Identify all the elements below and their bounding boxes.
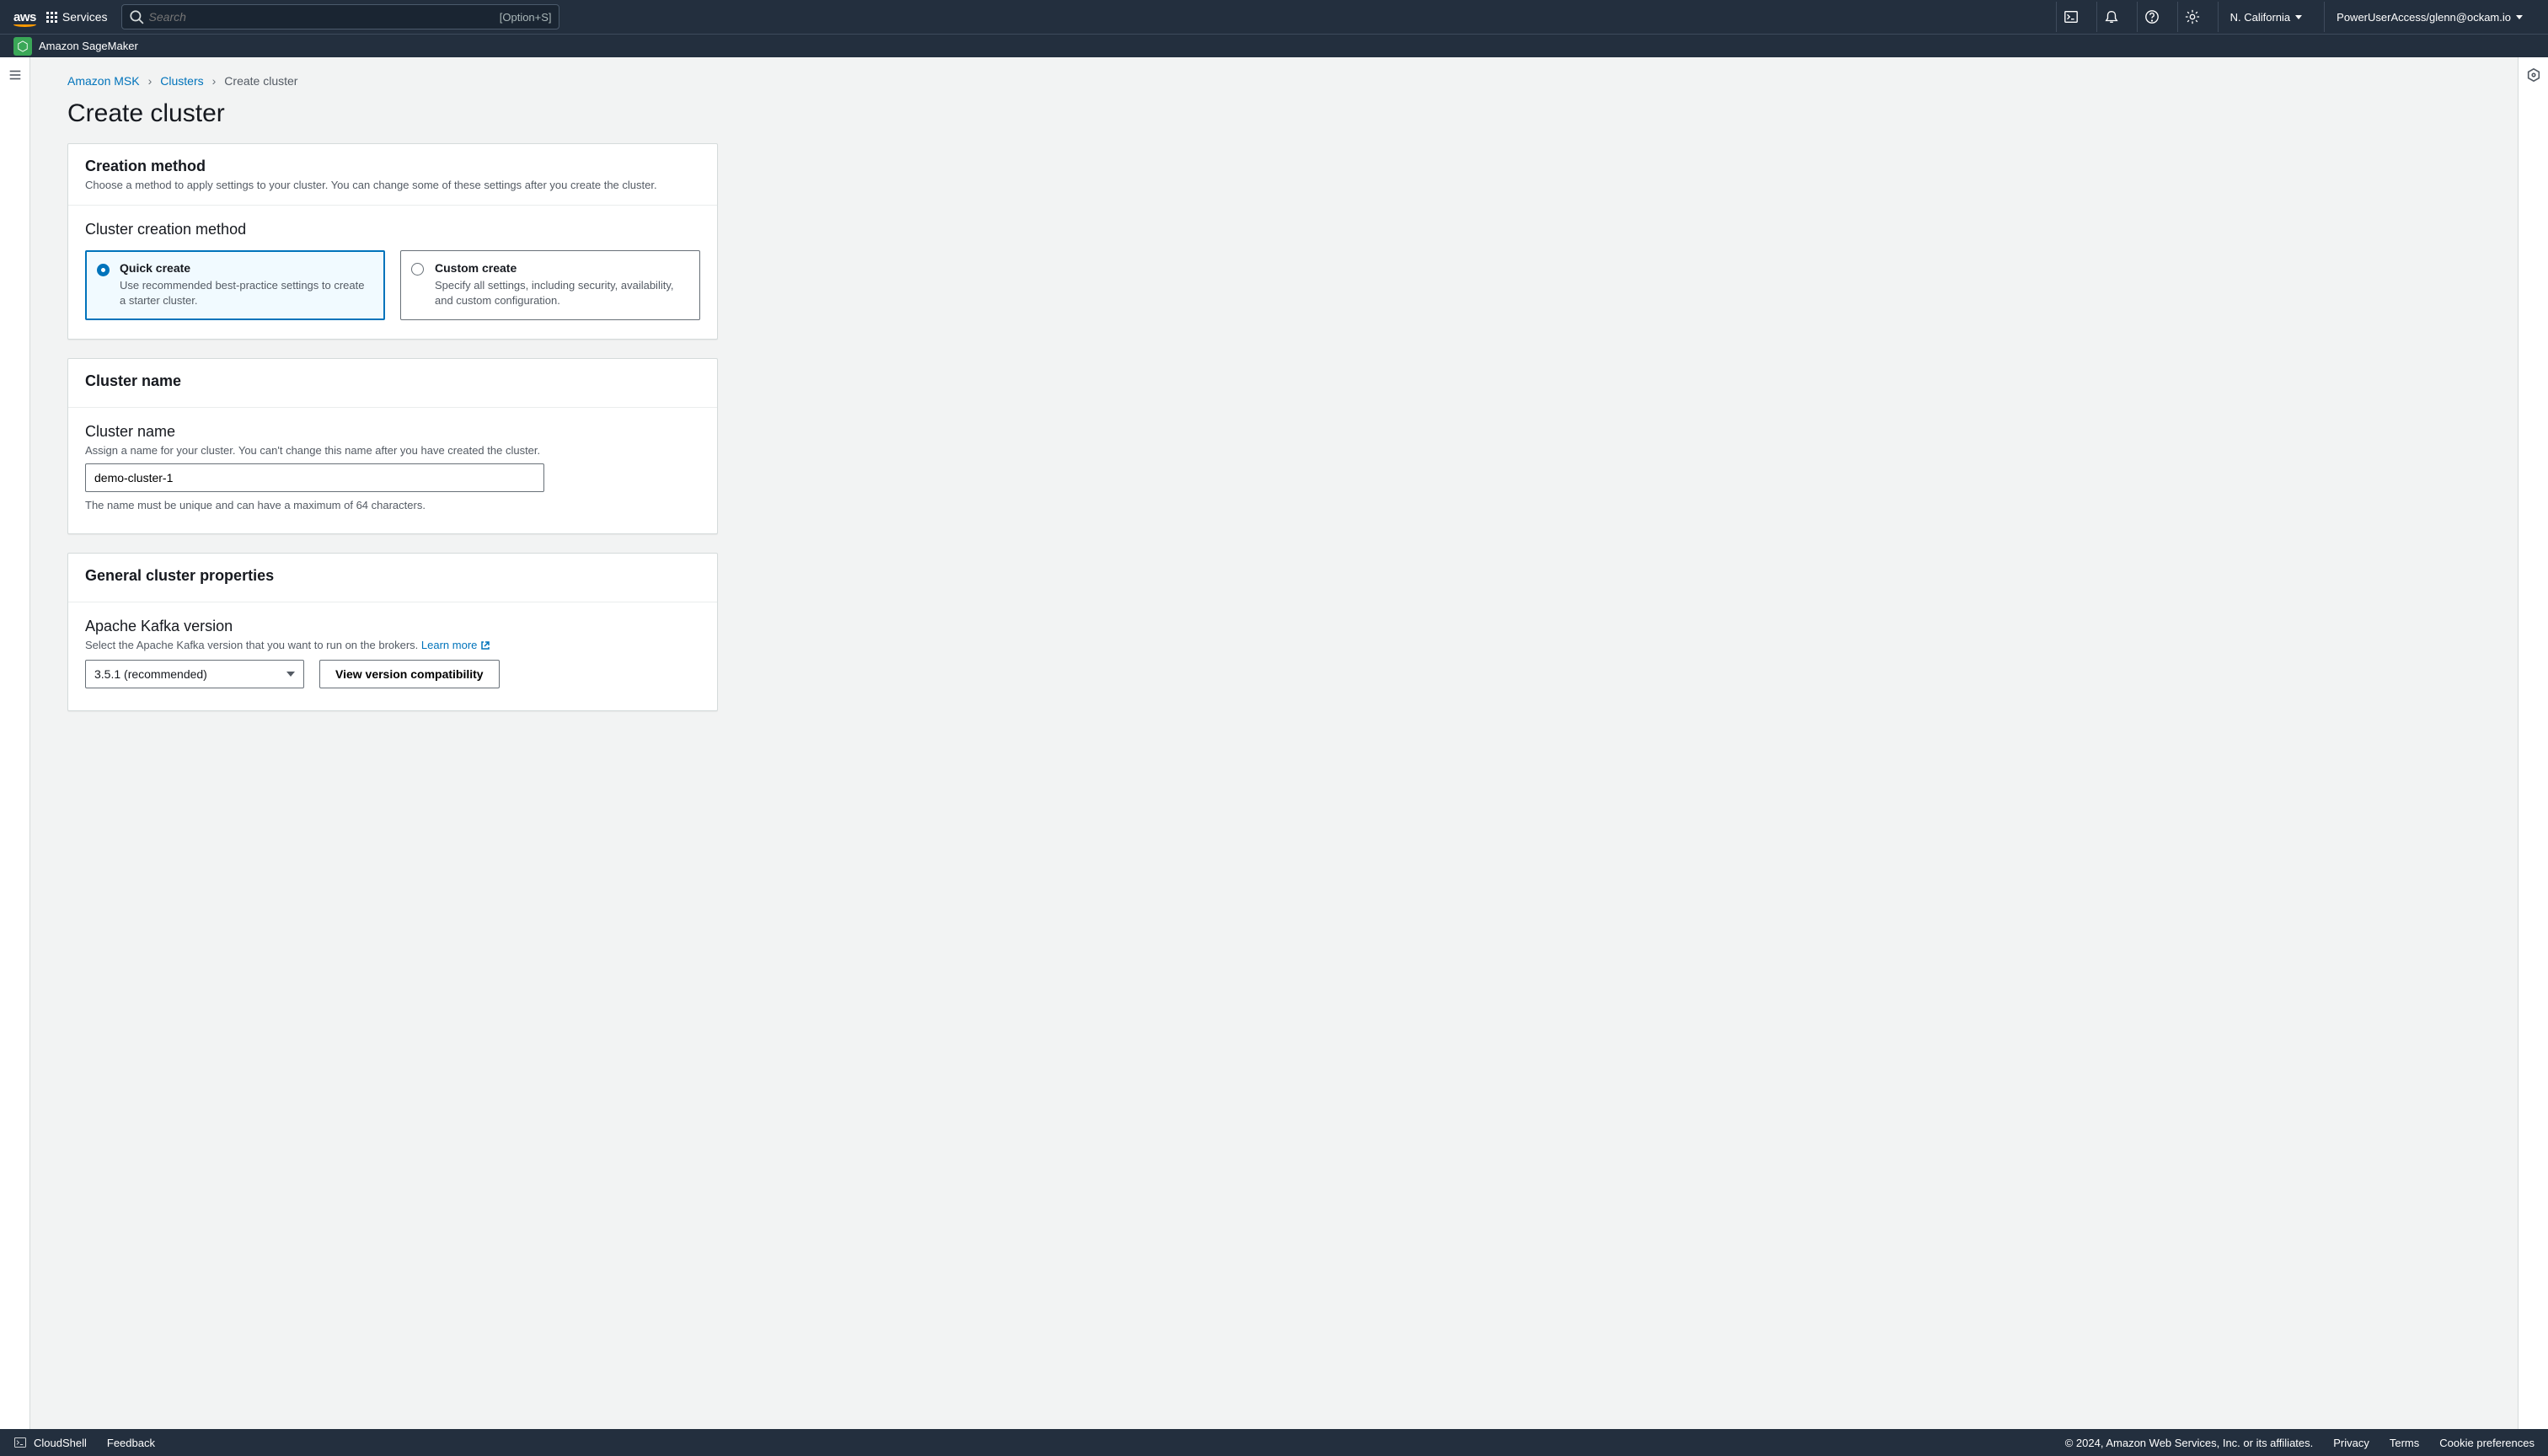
terms-link[interactable]: Terms bbox=[2390, 1437, 2419, 1449]
aws-logo[interactable]: aws bbox=[13, 10, 36, 24]
kafka-version-value: 3.5.1 (recommended) bbox=[94, 667, 207, 681]
cluster-name-label: Cluster name bbox=[85, 423, 700, 441]
general-properties-header: General cluster properties bbox=[85, 567, 700, 585]
service-bar: Amazon SageMaker bbox=[0, 34, 2548, 57]
breadcrumb-link-msk[interactable]: Amazon MSK bbox=[67, 74, 140, 88]
bell-icon bbox=[2104, 9, 2119, 24]
help-button[interactable] bbox=[2137, 2, 2167, 32]
breadcrumb-current: Create cluster bbox=[224, 74, 297, 88]
cluster-name-input[interactable] bbox=[85, 463, 544, 492]
right-rail bbox=[2518, 57, 2548, 1429]
cluster-name-hint: The name must be unique and can have a m… bbox=[85, 499, 700, 511]
cloudshell-icon-button[interactable] bbox=[2056, 2, 2086, 32]
account-menu[interactable]: PowerUserAccess/glenn@ockam.io bbox=[2324, 2, 2535, 32]
hamburger-icon[interactable] bbox=[8, 67, 23, 83]
chevron-right-icon: › bbox=[148, 74, 153, 88]
option-custom-create-desc: Specify all settings, including security… bbox=[435, 278, 688, 308]
cluster-name-panel: Cluster name Cluster name Assign a name … bbox=[67, 358, 718, 534]
creation-method-section-title: Cluster creation method bbox=[85, 221, 700, 238]
creation-method-header: Creation method bbox=[85, 158, 700, 175]
cluster-name-header: Cluster name bbox=[85, 372, 700, 390]
radio-icon bbox=[97, 264, 110, 276]
settings-button[interactable] bbox=[2177, 2, 2208, 32]
cloudshell-link[interactable]: CloudShell bbox=[34, 1437, 87, 1449]
caret-down-icon bbox=[2295, 15, 2302, 19]
terminal-icon bbox=[2064, 9, 2079, 24]
kafka-version-select[interactable]: 3.5.1 (recommended) bbox=[85, 660, 304, 688]
page-title: Create cluster bbox=[67, 99, 2481, 128]
help-icon bbox=[2144, 9, 2160, 24]
radio-icon bbox=[411, 263, 424, 276]
option-custom-create-title: Custom create bbox=[435, 261, 688, 275]
general-properties-panel: General cluster properties Apache Kafka … bbox=[67, 553, 718, 711]
chevron-right-icon: › bbox=[212, 74, 217, 88]
option-custom-create[interactable]: Custom create Specify all settings, incl… bbox=[400, 250, 700, 320]
breadcrumb-link-clusters[interactable]: Clusters bbox=[160, 74, 203, 88]
region-label: N. California bbox=[2230, 11, 2291, 24]
region-selector[interactable]: N. California bbox=[2218, 2, 2315, 32]
creation-method-panel: Creation method Choose a method to apply… bbox=[67, 143, 718, 340]
cluster-name-desc: Assign a name for your cluster. You can'… bbox=[85, 444, 700, 457]
feedback-link[interactable]: Feedback bbox=[107, 1437, 155, 1449]
option-quick-create[interactable]: Quick create Use recommended best-practi… bbox=[85, 250, 385, 320]
cookie-preferences-link[interactable]: Cookie preferences bbox=[2439, 1437, 2535, 1449]
copyright-text: © 2024, Amazon Web Services, Inc. or its… bbox=[2065, 1437, 2314, 1449]
hexagon-icon bbox=[17, 40, 29, 52]
learn-more-link[interactable]: Learn more bbox=[421, 639, 477, 651]
option-quick-create-desc: Use recommended best-practice settings t… bbox=[120, 278, 372, 308]
terminal-icon bbox=[13, 1436, 27, 1449]
kafka-version-label: Apache Kafka version bbox=[85, 618, 700, 635]
privacy-link[interactable]: Privacy bbox=[2333, 1437, 2369, 1449]
search-icon bbox=[129, 9, 144, 24]
sagemaker-icon[interactable] bbox=[13, 37, 32, 56]
caret-down-icon bbox=[2516, 15, 2523, 19]
global-search[interactable]: [Option+S] bbox=[121, 4, 559, 29]
notifications-button[interactable] bbox=[2096, 2, 2127, 32]
global-footer: CloudShell Feedback © 2024, Amazon Web S… bbox=[0, 1429, 2548, 1456]
gear-icon bbox=[2185, 9, 2200, 24]
kafka-version-desc: Select the Apache Kafka version that you… bbox=[85, 639, 700, 653]
account-label: PowerUserAccess/glenn@ockam.io bbox=[2337, 11, 2511, 24]
search-shortcut-hint: [Option+S] bbox=[500, 11, 552, 24]
option-quick-create-title: Quick create bbox=[120, 261, 372, 275]
services-label: Services bbox=[62, 10, 108, 24]
grid-icon bbox=[46, 12, 57, 23]
info-panel-icon[interactable] bbox=[2526, 67, 2541, 83]
view-compatibility-button[interactable]: View version compatibility bbox=[319, 660, 500, 688]
left-rail bbox=[0, 57, 30, 1429]
service-name[interactable]: Amazon SageMaker bbox=[39, 40, 138, 52]
main-content: Amazon MSK › Clusters › Create cluster C… bbox=[30, 57, 2518, 1429]
dropdown-caret-icon bbox=[286, 672, 295, 677]
creation-method-sub: Choose a method to apply settings to you… bbox=[85, 179, 700, 191]
global-nav: aws Services [Option+S] N. California Po… bbox=[0, 0, 2548, 34]
search-input[interactable] bbox=[149, 10, 500, 24]
breadcrumb: Amazon MSK › Clusters › Create cluster bbox=[67, 74, 2481, 88]
services-menu-button[interactable]: Services bbox=[46, 10, 108, 24]
external-link-icon bbox=[480, 640, 490, 653]
